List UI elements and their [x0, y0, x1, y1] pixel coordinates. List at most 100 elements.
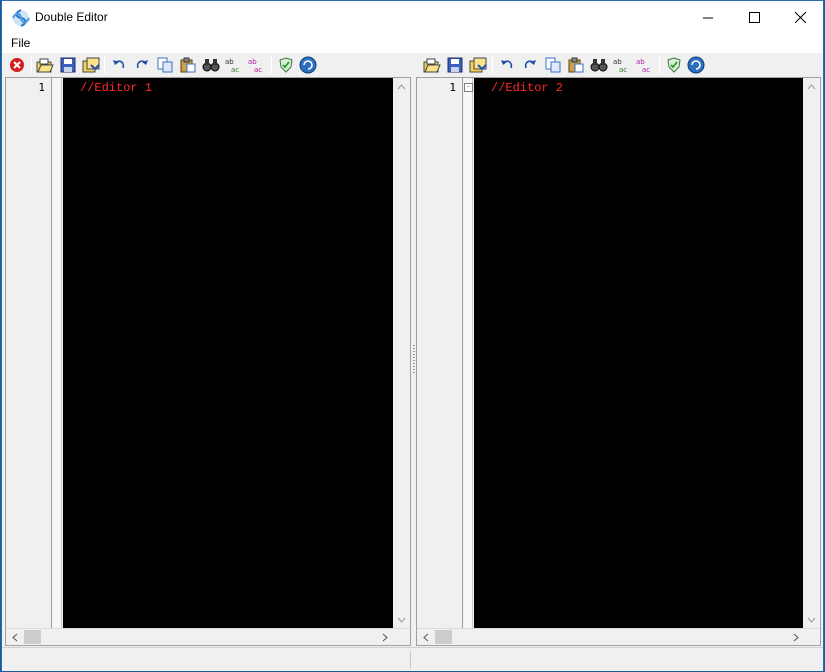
- scroll-left-button[interactable]: [6, 629, 23, 646]
- undo-icon: [501, 60, 513, 69]
- app-logo-icon: [12, 9, 30, 27]
- copy-icon: [157, 57, 173, 73]
- replace-all-icon: abac: [248, 58, 262, 73]
- line-number: 1: [449, 81, 456, 94]
- chevron-left-icon: [11, 633, 17, 642]
- code-editor-area[interactable]: //Editor 1: [63, 78, 394, 628]
- app-window: Double Editor File ab ac ab ac ab ac ab …: [1, 0, 824, 671]
- line-number-gutter: 1: [6, 78, 52, 628]
- title-bar: Double Editor: [2, 1, 823, 34]
- close-file-button[interactable]: [7, 55, 27, 75]
- open-folder-icon: [423, 58, 441, 73]
- fold-toggle-icon[interactable]: -: [464, 83, 473, 92]
- shield-icon: [279, 57, 293, 73]
- scroll-up-button[interactable]: [393, 78, 410, 95]
- scroll-thumb[interactable]: [24, 630, 41, 644]
- paste-button[interactable]: [566, 55, 586, 75]
- copy-button[interactable]: [155, 55, 175, 75]
- redo-button[interactable]: [132, 55, 152, 75]
- toolbar-editor-2: ab ac ab ac: [414, 53, 823, 76]
- line-number-gutter: 1: [417, 78, 463, 628]
- open-folder-button[interactable]: [422, 55, 442, 75]
- svg-text:ab: ab: [248, 58, 257, 66]
- find-button[interactable]: [201, 55, 221, 75]
- undo-icon: [113, 60, 125, 69]
- status-bar: [2, 647, 823, 671]
- find-icon: [590, 59, 608, 72]
- refresh-icon: [687, 56, 705, 74]
- chevron-down-icon: [397, 617, 406, 623]
- editor-1: 1 //Editor 1: [5, 77, 411, 646]
- refresh-icon: [299, 56, 317, 74]
- save-all-icon: [469, 57, 487, 73]
- code-line[interactable]: //Editor 2: [491, 81, 563, 95]
- vertical-scrollbar[interactable]: [803, 78, 820, 628]
- close-icon: [794, 12, 806, 23]
- maximize-icon: [748, 12, 760, 23]
- shield-button[interactable]: [664, 55, 684, 75]
- save-button[interactable]: [58, 55, 78, 75]
- redo-icon: [136, 60, 148, 69]
- close-file-icon: [10, 58, 24, 72]
- code-line[interactable]: //Editor 1: [80, 81, 152, 95]
- chevron-up-icon: [807, 83, 816, 89]
- chevron-down-icon: [807, 617, 816, 623]
- svg-text:ac: ac: [231, 66, 239, 73]
- maximize-button[interactable]: [731, 1, 777, 34]
- save-icon: [447, 57, 463, 73]
- undo-button[interactable]: [109, 55, 129, 75]
- paste-icon: [180, 57, 196, 73]
- fold-margin: -: [464, 78, 473, 628]
- minimize-button[interactable]: [685, 1, 731, 34]
- svg-text:ab: ab: [613, 58, 622, 66]
- scroll-up-button[interactable]: [803, 78, 820, 95]
- shield-icon: [667, 57, 681, 73]
- save-icon: [60, 57, 76, 73]
- scroll-down-button[interactable]: [393, 611, 410, 628]
- line-number: 1: [38, 81, 45, 94]
- copy-button[interactable]: [543, 55, 563, 75]
- save-all-button[interactable]: [81, 55, 101, 75]
- toolbar-editor-1: ab ac ab ac: [2, 53, 410, 76]
- horizontal-scrollbar[interactable]: [6, 628, 410, 645]
- code-editor-area[interactable]: //Editor 2: [474, 78, 805, 628]
- horizontal-scrollbar[interactable]: [417, 628, 820, 645]
- refresh-button[interactable]: [686, 55, 706, 75]
- shield-button[interactable]: [276, 55, 296, 75]
- svg-text:ac: ac: [642, 66, 650, 73]
- redo-button[interactable]: [520, 55, 540, 75]
- refresh-button[interactable]: [298, 55, 318, 75]
- menu-file[interactable]: File: [11, 36, 30, 50]
- chevron-right-icon: [793, 633, 799, 642]
- undo-button[interactable]: [497, 55, 517, 75]
- scroll-thumb[interactable]: [435, 630, 452, 644]
- scroll-right-button[interactable]: [376, 629, 393, 646]
- replace-all-button[interactable]: ab ac: [247, 55, 267, 75]
- menu-bar: File: [2, 34, 823, 53]
- find-icon: [202, 59, 220, 72]
- paste-button[interactable]: [178, 55, 198, 75]
- svg-text:ac: ac: [619, 66, 627, 73]
- chevron-up-icon: [397, 83, 406, 89]
- find-button[interactable]: [589, 55, 609, 75]
- minimize-icon: [703, 17, 713, 18]
- scroll-right-button[interactable]: [787, 629, 804, 646]
- replace-all-button[interactable]: ab ac: [635, 55, 655, 75]
- status-divider: [410, 651, 411, 669]
- save-all-icon: [82, 57, 100, 73]
- chevron-right-icon: [382, 633, 388, 642]
- save-all-button[interactable]: [468, 55, 488, 75]
- editor-2: 1 - //Editor 2: [416, 77, 821, 646]
- splitter-grip[interactable]: [413, 345, 415, 375]
- replace-button[interactable]: ab ac: [224, 55, 244, 75]
- svg-text:ac: ac: [254, 66, 262, 73]
- close-button[interactable]: [777, 1, 823, 34]
- scroll-left-button[interactable]: [417, 629, 434, 646]
- redo-icon: [524, 60, 536, 69]
- replace-icon: abac: [613, 58, 627, 73]
- open-folder-button[interactable]: [35, 55, 55, 75]
- scroll-down-button[interactable]: [803, 611, 820, 628]
- replace-button[interactable]: ab ac: [612, 55, 632, 75]
- vertical-scrollbar[interactable]: [393, 78, 410, 628]
- save-button[interactable]: [445, 55, 465, 75]
